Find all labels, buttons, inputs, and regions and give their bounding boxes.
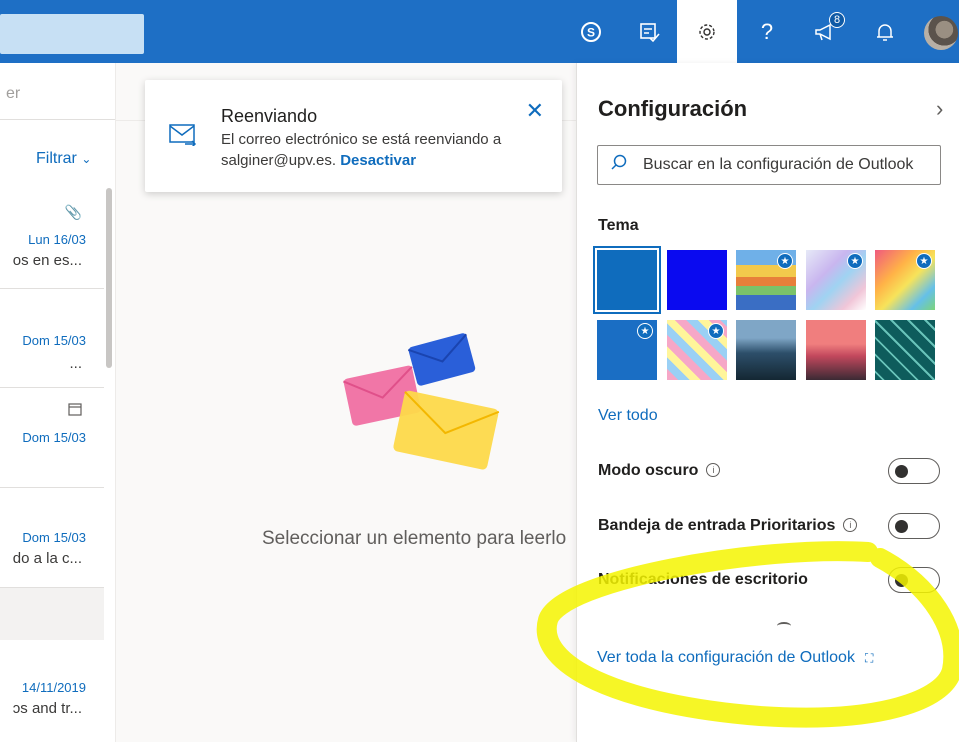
toggle-knob <box>895 574 908 587</box>
star-icon: ★ <box>847 253 863 269</box>
open-external-icon: ⛶ <box>864 651 874 665</box>
settings-search-placeholder: Buscar en la configuración de Outlook <box>643 156 914 173</box>
dark-mode-text: Modo oscuro <box>598 462 699 479</box>
skype-icon[interactable]: S <box>569 0 613 63</box>
list-item-date: Dom 15/03 <box>22 530 86 545</box>
paperclip-icon: 📎 <box>64 204 82 220</box>
mail-forward-icon <box>169 124 197 146</box>
empty-state-illustration <box>343 333 500 470</box>
see-all-themes-link[interactable]: Ver todo <box>598 407 658 425</box>
theme-swatch-circuit-green[interactable] <box>875 320 935 380</box>
desktop-notifications-toggle[interactable] <box>888 567 940 593</box>
star-icon: ★ <box>637 323 653 339</box>
notification-count-badge: 8 <box>829 12 845 28</box>
list-item[interactable]: 14/11/2019 ɔs and tr... <box>0 640 104 742</box>
info-icon[interactable]: i <box>706 463 721 477</box>
list-scrollbar[interactable] <box>106 188 112 368</box>
list-item-preview: os en es... <box>12 252 82 269</box>
close-icon[interactable]: ✕ <box>526 98 544 124</box>
theme-swatch-pastel[interactable]: ★ <box>806 250 866 310</box>
theme-swatch-dark-blue[interactable] <box>667 250 727 310</box>
star-icon: ★ <box>916 253 932 269</box>
theme-swatch-rainbow[interactable]: ★ <box>736 250 796 310</box>
theme-swatch-circuit-blue[interactable]: ★ <box>597 320 657 380</box>
filter-button[interactable]: Filtrar ⌄ <box>36 150 91 168</box>
avatar[interactable] <box>924 16 958 50</box>
gear-icon[interactable] <box>677 0 737 63</box>
chevron-down-icon: ⌄ <box>81 152 92 166</box>
message-list-header-text: er <box>6 85 21 102</box>
svg-text:S: S <box>587 25 595 39</box>
dark-mode-label: Modo oscuro i <box>598 462 721 480</box>
chevron-right-icon[interactable]: › <box>936 96 943 122</box>
megaphone-icon[interactable]: 8 <box>803 0 847 63</box>
focused-inbox-toggle[interactable] <box>888 513 940 539</box>
bell-icon[interactable] <box>863 0 907 63</box>
top-bar: S ? 8 <box>0 0 959 63</box>
notification-title: Reenviando <box>221 106 318 126</box>
search-box[interactable] <box>0 14 144 54</box>
list-item[interactable]: Dom 15/03 do a la c... <box>0 488 104 588</box>
all-outlook-settings-link[interactable]: Ver toda la configuración de Outlook ⛶ <box>597 649 873 667</box>
theme-heading: Tema <box>598 217 639 234</box>
toggle-knob <box>895 520 908 533</box>
help-icon[interactable]: ? <box>745 0 789 63</box>
all-outlook-settings-text: Ver toda la configuración de Outlook <box>597 649 855 666</box>
todo-icon[interactable] <box>627 0 671 63</box>
filter-label: Filtrar <box>36 150 77 167</box>
theme-swatch-mountain[interactable] <box>736 320 796 380</box>
theme-swatch-colorful[interactable]: ★ <box>875 250 935 310</box>
list-group-separator <box>0 588 104 640</box>
list-item-date: 14/11/2019 <box>21 680 86 695</box>
dark-mode-toggle[interactable] <box>888 458 940 484</box>
info-icon[interactable]: i <box>843 518 858 532</box>
disable-forwarding-link[interactable]: Desactivar <box>340 152 416 169</box>
list-item[interactable]: Dom 15/03 <box>0 388 104 488</box>
toggle-knob <box>895 465 908 478</box>
calendar-icon <box>68 402 82 419</box>
focused-inbox-label: Bandeja de entrada Prioritarios i <box>598 517 858 535</box>
search-icon <box>610 154 628 177</box>
settings-title: Configuración <box>598 96 748 121</box>
theme-swatch-sunset[interactable] <box>806 320 866 380</box>
theme-swatch-candy[interactable]: ★ <box>667 320 727 380</box>
settings-search-input[interactable]: Buscar en la configuración de Outlook <box>597 145 941 185</box>
list-item[interactable]: 📎 Lun 16/03 os en es... <box>0 188 104 289</box>
desktop-notifications-label: Notificaciones de escritorio <box>598 571 808 588</box>
notification-body: El correo electrónico se está reenviando… <box>221 129 551 171</box>
list-item-date: Dom 15/03 <box>22 430 86 445</box>
list-item[interactable]: Dom 15/03 ... <box>0 289 104 388</box>
focused-inbox-text: Bandeja de entrada Prioritarios <box>598 517 836 534</box>
forwarding-notification: Reenviando El correo electrónico se está… <box>145 80 562 192</box>
list-item-preview: ... <box>69 355 82 372</box>
empty-reading-pane-text: Seleccionar un elemento para leerlo <box>262 528 567 549</box>
message-list-header: er <box>0 63 115 120</box>
loading-spinner <box>777 622 791 630</box>
list-item-preview: do a la c... <box>12 550 82 567</box>
list-item-preview: ɔs and tr... <box>12 700 82 717</box>
list-item-date: Lun 16/03 <box>28 232 86 247</box>
list-item-date: Dom 15/03 <box>22 333 86 348</box>
star-icon: ★ <box>708 323 724 339</box>
theme-swatch-blue[interactable] <box>593 246 661 314</box>
star-icon: ★ <box>777 253 793 269</box>
